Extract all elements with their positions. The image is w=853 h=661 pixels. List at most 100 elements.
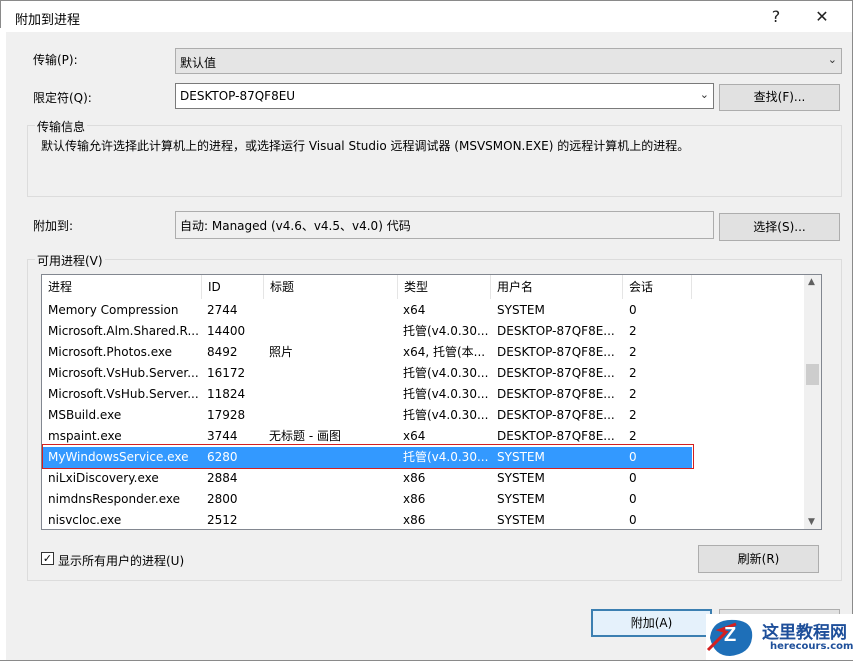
- column-header-process[interactable]: 进程: [42, 275, 202, 299]
- table-row[interactable]: Microsoft.Photos.exe 8492 照片 x64, 托管(本... DE…: [42, 342, 692, 363]
- process-username: DESKTOP-87QF8E...: [497, 345, 615, 359]
- transport-info-title: 传输信息: [35, 118, 88, 135]
- dialog-title: 附加到进程: [15, 13, 81, 28]
- process-type: x64: [403, 303, 426, 317]
- table-row[interactable]: niLxiDiscovery.exe 2884 x86 SYSTEM 0: [42, 468, 692, 489]
- close-button[interactable]: ✕: [799, 1, 845, 32]
- left-edge-background: [0, 28, 6, 660]
- title-bar: 附加到进程 ? ✕: [1, 1, 852, 32]
- process-title: [269, 489, 394, 510]
- process-session: 2: [629, 345, 637, 359]
- process-name: Microsoft.VsHub.Server....: [48, 387, 198, 401]
- help-button[interactable]: ?: [753, 1, 799, 32]
- process-session: 2: [629, 408, 637, 422]
- qualifier-value: DESKTOP-87QF8EU: [180, 89, 296, 103]
- process-type: 托管(v4.0.30...: [403, 324, 489, 338]
- process-title: [269, 468, 394, 489]
- process-id: 17928: [207, 408, 246, 422]
- process-id: 14400: [207, 324, 246, 338]
- process-name: nimdnsResponder.exe: [48, 492, 181, 506]
- process-name: Microsoft.Alm.Shared.R...: [48, 324, 198, 338]
- process-list[interactable]: 进程 ID 标题 类型 用户名 会话 Memory Compression 274…: [41, 274, 822, 530]
- process-username: SYSTEM: [497, 471, 545, 485]
- table-row[interactable]: MSBuild.exe 17928 托管(v4.0.30... DESKTOP-87Q…: [42, 405, 692, 426]
- column-header-type[interactable]: 类型: [398, 275, 491, 299]
- transport-info-text: 默认传输允许选择此计算机上的进程，或选择运行 Visual Studio 远程调…: [41, 139, 690, 153]
- select-code-type-button[interactable]: 选择(S)...: [719, 213, 840, 241]
- attach-to-process-dialog: 附加到进程 ? ✕ 传输(P): 默认值 ⌄ 限定符(Q): DESKTOP-8…: [0, 0, 853, 661]
- table-row[interactable]: nisvcloc.exe 2512 x86 SYSTEM 0: [42, 510, 692, 529]
- process-username: SYSTEM: [497, 513, 545, 527]
- process-type: 托管(v4.0.30...: [403, 408, 489, 422]
- table-row[interactable]: Microsoft.VsHub.Server.... 11824 托管(v4.0.3…: [42, 384, 692, 405]
- table-row[interactable]: Microsoft.VsHub.Server.... 16172 托管(v4.0.3…: [42, 363, 692, 384]
- scroll-down-icon[interactable]: ▼: [808, 517, 815, 527]
- process-type: x64, 托管(本...: [403, 345, 486, 359]
- process-type: x86: [403, 492, 426, 506]
- table-row[interactable]: Memory Compression 2744 x64 SYSTEM 0: [42, 300, 692, 321]
- process-title: [269, 321, 394, 342]
- process-title: [269, 300, 394, 321]
- find-button[interactable]: 查找(F)...: [719, 84, 840, 111]
- process-username: DESKTOP-87QF8E...: [497, 366, 615, 380]
- scroll-up-icon[interactable]: ▲: [808, 277, 815, 287]
- process-id: 2744: [207, 303, 238, 317]
- process-type: x86: [403, 471, 426, 485]
- process-name: niLxiDiscovery.exe: [48, 471, 159, 485]
- process-username: SYSTEM: [497, 303, 545, 317]
- refresh-button[interactable]: 刷新(R): [698, 545, 819, 573]
- process-id: 2800: [207, 492, 238, 506]
- process-type: 托管(v4.0.30...: [403, 366, 489, 380]
- process-username: DESKTOP-87QF8E...: [497, 387, 615, 401]
- process-name: MSBuild.exe: [48, 408, 122, 422]
- process-session: 0: [629, 303, 637, 317]
- column-header-username[interactable]: 用户名: [491, 275, 623, 299]
- process-username: SYSTEM: [497, 492, 545, 506]
- transport-label: 传输(P):: [33, 53, 78, 67]
- table-row[interactable]: Microsoft.Alm.Shared.R... 14400 托管(v4.0.30…: [42, 321, 692, 342]
- process-name: Microsoft.Photos.exe: [48, 345, 173, 359]
- process-username: DESKTOP-87QF8E...: [497, 324, 615, 338]
- attach-button[interactable]: 附加(A): [591, 609, 712, 637]
- process-title: [269, 363, 394, 384]
- watermark-logo: Z 这里教程网 herecours.com: [706, 614, 853, 660]
- show-all-users-label[interactable]: 显示所有用户的进程(U): [58, 552, 184, 569]
- process-session: 0: [629, 471, 637, 485]
- show-all-users-checkbox[interactable]: ✓: [41, 552, 54, 565]
- process-id: 11824: [207, 387, 246, 401]
- process-id: 2512: [207, 513, 238, 527]
- chevron-down-icon: ⌄: [827, 53, 837, 66]
- process-session: 2: [629, 387, 637, 401]
- chevron-down-icon: ⌄: [699, 88, 709, 101]
- scroll-thumb[interactable]: [806, 364, 819, 385]
- attach-to-label: 附加到:: [33, 219, 74, 233]
- process-title: [269, 510, 394, 529]
- vertical-scrollbar[interactable]: ▲ ▼: [804, 275, 821, 529]
- process-id: 16172: [207, 366, 246, 380]
- process-type: x86: [403, 513, 426, 527]
- column-header-session[interactable]: 会话: [623, 275, 692, 299]
- process-session: 0: [629, 513, 637, 527]
- process-session: 2: [629, 366, 637, 380]
- process-title: [269, 384, 394, 405]
- column-header-title[interactable]: 标题: [264, 275, 398, 299]
- selected-process-highlight: [42, 444, 694, 469]
- watermark-url: herecours.com: [770, 641, 853, 652]
- process-id: 2884: [207, 471, 238, 485]
- available-processes-title: 可用进程(V): [35, 252, 105, 269]
- watermark-text: 这里教程网: [762, 623, 847, 643]
- process-username: DESKTOP-87QF8E...: [497, 408, 615, 422]
- process-name: Memory Compression: [48, 303, 179, 317]
- attach-to-value: 自动: Managed (v4.6、v4.5、v4.0) 代码: [180, 219, 411, 233]
- process-id: 8492: [207, 345, 238, 359]
- column-header-id[interactable]: ID: [202, 275, 264, 299]
- qualifier-input[interactable]: DESKTOP-87QF8EU ⌄: [175, 83, 714, 109]
- transport-info-group: [27, 125, 842, 197]
- qualifier-label: 限定符(Q):: [33, 91, 92, 105]
- process-name: nisvcloc.exe: [48, 513, 122, 527]
- process-title: 照片: [269, 345, 294, 359]
- process-name: Microsoft.VsHub.Server....: [48, 366, 198, 380]
- table-row[interactable]: nimdnsResponder.exe 2800 x86 SYSTEM 0: [42, 489, 692, 510]
- transport-value: 默认值: [180, 56, 217, 70]
- transport-combo[interactable]: 默认值 ⌄: [175, 48, 842, 74]
